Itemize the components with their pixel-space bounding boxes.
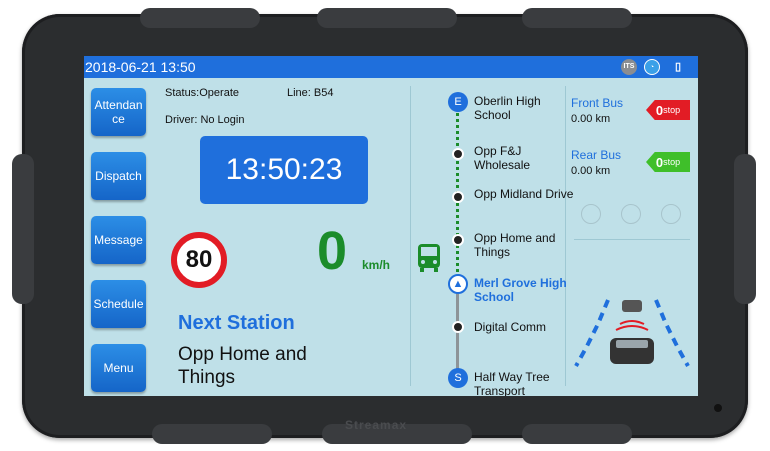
signal-icon[interactable]: ◔ bbox=[644, 59, 660, 75]
clock-display: 13:50:23 bbox=[200, 136, 368, 204]
next-station-label: Next Station bbox=[178, 312, 295, 334]
rear-bus-badge: 0 stop bbox=[646, 152, 690, 172]
lane-assist-icon bbox=[574, 299, 690, 367]
route-stop-label[interactable]: Opp F&J Wholesale bbox=[474, 144, 574, 172]
sim-icon[interactable]: ▯ bbox=[670, 59, 686, 75]
route-stop-label[interactable]: Opp Midland Drive bbox=[474, 187, 574, 201]
front-bus-distance: 0.00 km bbox=[571, 113, 611, 125]
mute-icon[interactable] bbox=[661, 204, 681, 224]
mute-icon[interactable] bbox=[581, 204, 601, 224]
frame-bump bbox=[152, 424, 272, 444]
speed-limit-sign: 80 bbox=[171, 232, 227, 288]
nav-dispatch-button[interactable]: Dispatch bbox=[91, 152, 146, 200]
frame-bump bbox=[522, 8, 632, 28]
nav-menu-button[interactable]: Menu bbox=[91, 344, 146, 392]
route-stop-dot bbox=[452, 148, 464, 160]
its-icon[interactable]: ITS bbox=[621, 59, 637, 75]
camera-lens bbox=[714, 404, 722, 412]
route-stop-label[interactable]: Half Way Tree Transport bbox=[474, 370, 574, 396]
status-text: Status:Operate bbox=[165, 87, 239, 99]
speed-unit: km/h bbox=[362, 258, 391, 272]
route-stop-label[interactable]: Digital Comm bbox=[474, 320, 574, 334]
panel-divider bbox=[574, 239, 690, 240]
route-stop-dot bbox=[452, 234, 464, 246]
frame-bump bbox=[140, 8, 260, 28]
bus-icon bbox=[418, 244, 440, 272]
driver-text: Driver: No Login bbox=[165, 114, 245, 126]
panel-divider bbox=[410, 86, 411, 386]
rear-bus-distance: 0.00 km bbox=[571, 165, 611, 177]
frame-bump bbox=[734, 154, 756, 304]
current-stop-label[interactable]: Merl Grove High School bbox=[474, 276, 574, 304]
front-bus-stops: 0 bbox=[655, 102, 664, 118]
route-stop-label[interactable]: Opp Home and Things bbox=[474, 231, 574, 259]
nav-schedule-button[interactable]: Schedule bbox=[91, 280, 146, 328]
route-stop-dot bbox=[452, 321, 464, 333]
screen: 2018-06-21 13:50 ITS ◔ ▯ Attendan ce Dis… bbox=[84, 56, 698, 396]
route-stop-dot bbox=[452, 191, 464, 203]
nav-message-button[interactable]: Message bbox=[91, 216, 146, 264]
mute-icon[interactable] bbox=[621, 204, 641, 224]
nav-attendance-button[interactable]: Attendan ce bbox=[91, 88, 146, 136]
route-start-marker: S bbox=[448, 368, 468, 388]
status-datetime: 2018-06-21 13:50 bbox=[85, 59, 196, 75]
rear-bus-title: Rear Bus bbox=[571, 148, 622, 162]
frame-bump bbox=[317, 8, 457, 28]
status-bar: 2018-06-21 13:50 ITS ◔ ▯ bbox=[84, 56, 698, 78]
current-stop-icon: ▲ bbox=[448, 274, 468, 294]
front-bus-unit: stop bbox=[663, 105, 681, 115]
rear-bus-unit: stop bbox=[663, 157, 681, 167]
line-text: Line: B54 bbox=[287, 87, 334, 99]
route-end-marker: E bbox=[448, 92, 468, 112]
frame-bump bbox=[522, 424, 632, 444]
front-bus-title: Front Bus bbox=[571, 96, 624, 110]
front-bus-badge: 0 stop bbox=[646, 100, 690, 120]
frame-bump bbox=[12, 154, 34, 304]
route-stop-label[interactable]: Oberlin High School bbox=[474, 94, 574, 122]
brand-logo: Streamax bbox=[345, 418, 408, 432]
rear-bus-stops: 0 bbox=[655, 154, 664, 170]
current-speed: 0 bbox=[317, 221, 348, 281]
nav-sidebar: Attendan ce Dispatch Message Schedule Me… bbox=[84, 78, 152, 396]
next-station-name: Opp Home and Things bbox=[178, 344, 307, 388]
